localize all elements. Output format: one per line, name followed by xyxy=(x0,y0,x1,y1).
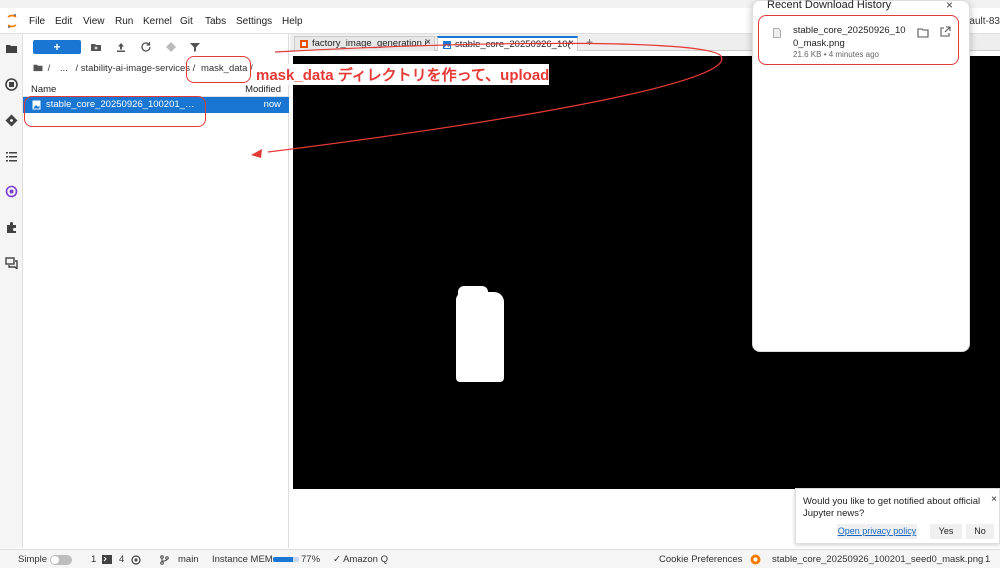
menu-file[interactable]: File xyxy=(29,16,45,27)
chat-icon[interactable] xyxy=(5,256,18,269)
tab-close-icon[interactable]: × xyxy=(568,38,574,49)
menu-help[interactable]: Help xyxy=(282,16,303,27)
annotation-box-download xyxy=(758,15,959,65)
folder-icon[interactable] xyxy=(5,42,18,55)
column-modified-header[interactable]: Modified xyxy=(245,84,281,95)
new-launcher-button[interactable]: + xyxy=(33,40,81,54)
new-folder-icon[interactable] xyxy=(90,41,102,53)
menu-kernel[interactable]: Kernel xyxy=(143,16,172,27)
memory-label: Instance MEM xyxy=(212,554,273,565)
close-icon[interactable]: × xyxy=(946,0,953,12)
git-clone-icon[interactable] xyxy=(165,41,177,53)
jupyter-logo-icon xyxy=(7,14,17,28)
git-branch-name[interactable]: main xyxy=(178,554,199,565)
kernel-icon[interactable] xyxy=(131,555,141,565)
tab-image[interactable]: stable_core_20250926_10( × xyxy=(437,36,578,51)
tab-close-icon[interactable]: × xyxy=(425,37,431,48)
column-name-header[interactable]: Name xyxy=(31,84,56,95)
close-icon[interactable]: × xyxy=(991,494,997,505)
menu-run[interactable]: Run xyxy=(115,16,133,27)
current-file-name: stable_core_20250926_100201_seed0_mask.p… xyxy=(772,554,984,565)
memory-usage-bar xyxy=(273,557,299,562)
no-button[interactable]: No xyxy=(966,524,994,539)
folder-icon[interactable] xyxy=(33,63,43,72)
toast-message: Would you like to get notified about off… xyxy=(803,496,981,519)
extensions-icon[interactable] xyxy=(5,221,18,234)
download-history-title: Recent Download History xyxy=(767,0,892,11)
annotation-text: mask_data ディレクトリを作って、upload xyxy=(256,64,550,85)
terminal-icon[interactable] xyxy=(102,555,112,564)
simple-mode-toggle[interactable] xyxy=(50,555,72,565)
kernel-count[interactable]: 4 xyxy=(119,554,124,565)
cookie-preferences-link[interactable]: Cookie Preferences xyxy=(659,554,742,565)
breadcrumb-ellipsis[interactable]: ... xyxy=(60,63,68,74)
open-privacy-policy-button[interactable]: Open privacy policy xyxy=(837,524,917,539)
menu-settings[interactable]: Settings xyxy=(236,16,272,27)
memory-value: 77% xyxy=(301,554,321,565)
new-tab-button[interactable]: + xyxy=(586,35,593,49)
upload-icon[interactable] xyxy=(115,41,127,53)
kernel-name-label: fault-83 xyxy=(966,16,1000,27)
git-branch-icon[interactable] xyxy=(160,555,169,565)
refresh-icon[interactable] xyxy=(140,41,152,53)
menu-view[interactable]: View xyxy=(83,16,105,27)
breadcrumb-stability[interactable]: / stability-ai-image-services / xyxy=(75,63,195,74)
tab-notebook-label: factory_image_generation.i xyxy=(312,38,427,49)
file-row-modified: now xyxy=(263,99,281,110)
breadcrumb-root[interactable]: / xyxy=(48,63,51,74)
menu-git[interactable]: Git xyxy=(180,16,193,27)
ai-assistant-icon[interactable] xyxy=(5,185,18,198)
filter-icon[interactable] xyxy=(189,41,201,53)
memory-usage-fill xyxy=(273,557,294,562)
mask-region xyxy=(456,292,504,382)
line-indicator: 1 xyxy=(985,554,991,565)
yes-button[interactable]: Yes xyxy=(930,524,962,539)
notebook-icon xyxy=(300,40,308,48)
tab-notebook[interactable]: factory_image_generation.i × xyxy=(294,36,435,51)
activity-bar xyxy=(0,34,23,548)
annotation-box-file xyxy=(24,96,206,127)
toc-icon[interactable] xyxy=(5,150,18,163)
image-file-icon xyxy=(443,41,451,49)
file-list-header: Name Modified xyxy=(23,83,289,97)
simple-mode-label: Simple xyxy=(18,554,48,565)
menu-tabs[interactable]: Tabs xyxy=(205,16,226,27)
git-icon[interactable] xyxy=(5,114,18,127)
terminal-count[interactable]: 1 xyxy=(91,554,96,565)
running-icon[interactable] xyxy=(5,78,18,91)
news-notification-toast: Would you like to get notified about off… xyxy=(795,488,1000,544)
annotation-box-breadcrumb xyxy=(186,56,251,83)
amazon-q-status[interactable]: ✓ Amazon Q xyxy=(333,554,388,565)
menu-edit[interactable]: Edit xyxy=(55,16,72,27)
notification-bell-icon[interactable] xyxy=(750,554,761,565)
status-bar: Simple 1 4 main Instance MEM 77% ✓ Amazo… xyxy=(0,549,1000,568)
tab-image-label: stable_core_20250926_10( xyxy=(455,39,571,50)
